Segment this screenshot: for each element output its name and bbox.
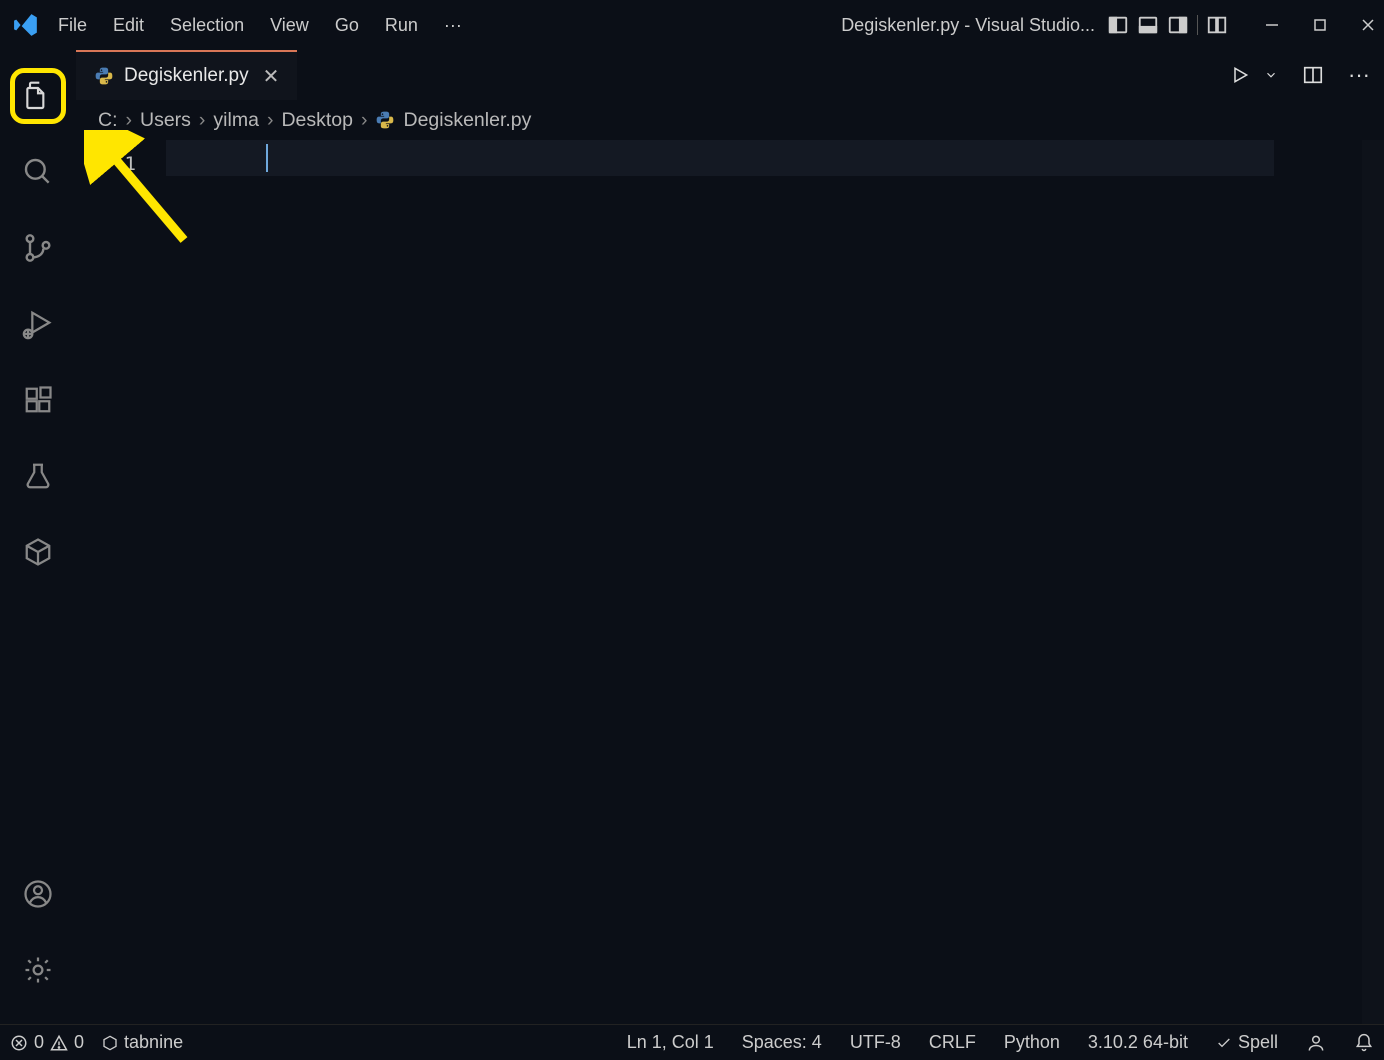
feedback-icon[interactable]: [1306, 1033, 1326, 1053]
status-bar: 0 0 tabnine Ln 1, Col 1 Spaces: 4 UTF-8 …: [0, 1024, 1384, 1060]
cube-small-icon: [102, 1035, 118, 1051]
status-interpreter[interactable]: 3.10.2 64-bit: [1088, 1032, 1188, 1053]
vscode-logo-icon: [8, 12, 44, 38]
line-number: 1: [76, 146, 136, 182]
breadcrumb-segment[interactable]: Users: [140, 109, 191, 132]
settings-gear-icon[interactable]: [10, 942, 66, 998]
error-count: 0: [34, 1032, 44, 1053]
window-title: Degiskenler.py - Visual Studio...: [841, 15, 1095, 36]
menu-more-icon[interactable]: ···: [444, 15, 462, 36]
status-indentation[interactable]: Spaces: 4: [742, 1032, 822, 1053]
run-dropdown-icon[interactable]: [1264, 68, 1278, 82]
close-icon[interactable]: [1360, 17, 1376, 33]
status-tabnine[interactable]: tabnine: [102, 1032, 183, 1053]
breadcrumb-segment[interactable]: Desktop: [281, 109, 353, 132]
layout-controls: [1107, 14, 1228, 36]
menu-selection[interactable]: Selection: [170, 15, 244, 36]
status-spell[interactable]: Spell: [1216, 1032, 1278, 1053]
explorer-icon[interactable]: [10, 68, 66, 124]
editor-area: Degiskenler.py ✕ ··· C: › Users: [76, 50, 1384, 1024]
source-control-icon[interactable]: [10, 220, 66, 276]
current-line-highlight: [166, 140, 1274, 176]
status-eol[interactable]: CRLF: [929, 1032, 976, 1053]
activity-bar: [0, 50, 76, 1024]
tab-bar: Degiskenler.py ✕ ···: [76, 50, 1384, 100]
panel-bottom-icon[interactable]: [1137, 14, 1159, 36]
menu-run[interactable]: Run: [385, 15, 418, 36]
chevron-right-icon: ›: [361, 109, 368, 132]
status-problems[interactable]: 0 0: [10, 1032, 84, 1053]
warning-icon: [50, 1034, 68, 1052]
search-icon[interactable]: [10, 144, 66, 200]
status-cursor-position[interactable]: Ln 1, Col 1: [627, 1032, 714, 1053]
vertical-scrollbar[interactable]: [1362, 140, 1384, 1024]
error-icon: [10, 1034, 28, 1052]
panel-right-icon[interactable]: [1167, 14, 1189, 36]
maximize-icon[interactable]: [1312, 17, 1328, 33]
minimize-icon[interactable]: [1264, 17, 1280, 33]
tab-degiskenler[interactable]: Degiskenler.py ✕: [76, 50, 297, 100]
menu-view[interactable]: View: [270, 15, 309, 36]
tab-close-icon[interactable]: ✕: [263, 64, 280, 89]
status-language[interactable]: Python: [1004, 1032, 1060, 1053]
menu-bar: File Edit Selection View Go Run ···: [58, 15, 462, 36]
chevron-right-icon: ›: [126, 109, 133, 132]
title-bar: File Edit Selection View Go Run ··· Degi…: [0, 0, 1384, 50]
tabnine-label: tabnine: [124, 1032, 183, 1053]
menu-file[interactable]: File: [58, 15, 87, 36]
testing-icon[interactable]: [10, 448, 66, 504]
python-file-icon: [94, 66, 114, 86]
run-file-icon[interactable]: [1230, 65, 1250, 85]
editor-actions: ···: [1216, 50, 1384, 100]
line-gutter: 1: [76, 140, 166, 1024]
split-editor-icon[interactable]: [1302, 64, 1324, 86]
notifications-bell-icon[interactable]: [1354, 1033, 1374, 1053]
check-icon: [1216, 1035, 1232, 1051]
extensions-icon[interactable]: [10, 372, 66, 428]
accounts-icon[interactable]: [10, 866, 66, 922]
menu-edit[interactable]: Edit: [113, 15, 144, 36]
panel-left-icon[interactable]: [1107, 14, 1129, 36]
spell-label: Spell: [1238, 1032, 1278, 1053]
chevron-right-icon: ›: [267, 109, 274, 132]
chevron-right-icon: ›: [199, 109, 206, 132]
python-file-icon: [375, 110, 395, 130]
more-actions-icon[interactable]: ···: [1348, 62, 1370, 88]
cube-icon[interactable]: [10, 524, 66, 580]
warning-count: 0: [74, 1032, 84, 1053]
breadcrumb-segment[interactable]: Degiskenler.py: [403, 109, 531, 132]
text-cursor: [266, 144, 268, 172]
run-debug-icon[interactable]: [10, 296, 66, 352]
customize-layout-icon[interactable]: [1206, 14, 1228, 36]
window-controls: [1264, 17, 1376, 33]
tab-filename: Degiskenler.py: [124, 65, 249, 87]
editor-body[interactable]: 1: [76, 140, 1384, 1024]
breadcrumb-segment[interactable]: yilma: [213, 109, 259, 132]
breadcrumb-segment[interactable]: C:: [98, 109, 118, 132]
breadcrumb[interactable]: C: › Users › yilma › Desktop › Degiskenl…: [76, 100, 1384, 140]
status-encoding[interactable]: UTF-8: [850, 1032, 901, 1053]
menu-go[interactable]: Go: [335, 15, 359, 36]
